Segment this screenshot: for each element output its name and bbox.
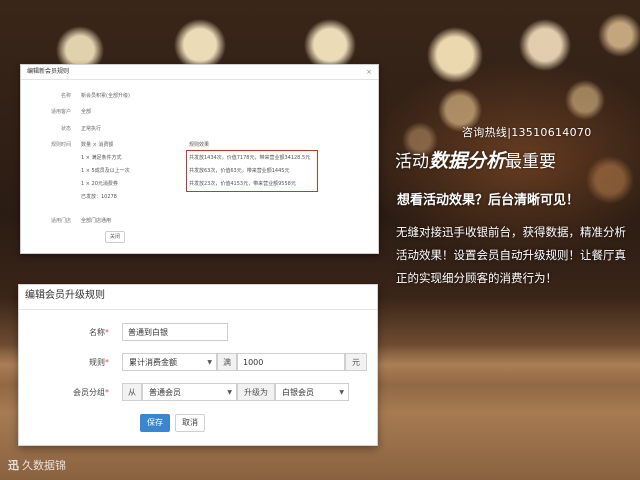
group-label-text: 会员分组 — [73, 388, 105, 397]
member-rule-dialog-title: 编辑新会员规则 — [27, 68, 70, 75]
value-store: 全部门店通用 — [81, 218, 112, 224]
close-button[interactable]: 关闭 — [105, 231, 125, 243]
rule-op-addon: 满 — [217, 353, 237, 371]
description-text: 无缝对接迅手收银前台，获得数据，精准分析活动效果！设置会员自动升级规则！让餐厅真… — [396, 225, 626, 285]
upgrade-rule-dialog: 编辑会员升级规则 名称* 普通到白银 规则* 累计消费金额 ▼ 满 1000 元… — [18, 284, 378, 446]
rule-result: 共发放1434次，价值7178元，带来营业额34128.5元 — [189, 155, 311, 161]
row-rule-header: 规则时间 数量 × 消费额 规则效果 — [21, 141, 378, 149]
close-icon[interactable]: × — [366, 65, 372, 79]
value-rule-column: 数量 × 消费额 — [81, 142, 114, 148]
rule-item: 1 × 5成员及以上一次 — [81, 168, 130, 174]
cancel-button[interactable]: 取消 — [175, 414, 205, 432]
subheadline: 想看活动效果？后台清晰可见！ — [397, 193, 580, 208]
to-select-value: 白银会员 — [282, 388, 314, 397]
rule-item: 1 × 满足条件方式 — [81, 155, 122, 161]
chevron-down-icon: ▼ — [207, 359, 212, 366]
from-select[interactable]: 普通会员 ▼ — [142, 383, 237, 401]
chevron-down-icon: ▼ — [339, 389, 344, 396]
rule-item: 1 × 20元消费券 — [81, 181, 118, 187]
row-name: 名称 新会员积累(全部升级) — [21, 92, 378, 100]
value-name: 新会员积累(全部升级) — [81, 93, 130, 99]
rule-label: 规则* — [19, 357, 109, 368]
value-customer: 全部 — [81, 109, 92, 115]
rule-amount-input[interactable]: 1000 — [237, 353, 345, 371]
to-select[interactable]: 白银会员 ▼ — [275, 383, 349, 401]
issued-row: 已发放：10278 — [21, 193, 378, 201]
row-status: 状态 正常执行 — [21, 125, 378, 133]
headline-accent: 数据分析 — [429, 150, 506, 172]
hotline-text: 咨询热线|13510614070 — [462, 126, 592, 139]
rule-label-text: 规则 — [89, 358, 105, 367]
from-addon: 从 — [122, 383, 142, 401]
upgrade-rule-dialog-title: 编辑会员升级规则 — [19, 285, 377, 310]
rule-select-value: 累计消费金额 — [129, 358, 177, 367]
headline-pre: 活动 — [395, 152, 429, 172]
headline: 活动数据分析最重要 — [395, 146, 556, 173]
name-label: 名称* — [19, 327, 109, 338]
name-label-text: 名称 — [89, 328, 105, 337]
group-label: 会员分组* — [19, 387, 109, 398]
result-header: 规则效果 — [189, 142, 210, 148]
rule-result: 共发放63次，价值63元，带来营业额1445元 — [189, 168, 290, 174]
headline-post: 最重要 — [505, 152, 557, 172]
row-customer: 适用客户 全部 — [21, 108, 378, 116]
issued-count: 已发放：10278 — [81, 194, 117, 200]
required-marker: * — [105, 358, 109, 367]
label-customer: 适用客户 — [50, 109, 71, 115]
member-rule-dialog: 编辑新会员规则 × 名称 新会员积累(全部升级) 适用客户 全部 状态 正常执行… — [20, 64, 379, 254]
rule-unit-addon: 元 — [345, 353, 367, 371]
label-name: 名称 — [60, 93, 71, 99]
rule-row: 1 × 20元消费券 共发放23次，价值4153元，带来营业额9558元 — [21, 180, 378, 188]
from-select-value: 普通会员 — [149, 388, 181, 397]
label-rule-time: 规则时间 — [50, 142, 71, 148]
rule-row: 1 × 5成员及以上一次 共发放63次，价值63元，带来营业额1445元 — [21, 167, 378, 175]
rule-result: 共发放23次，价值4153元，带来营业额9558元 — [189, 181, 296, 187]
name-input[interactable]: 普通到白银 — [122, 323, 228, 341]
logo-mark: 迅 — [8, 459, 19, 472]
logo-text: 久数据锦 — [22, 459, 66, 472]
label-store: 适用门店 — [50, 218, 71, 224]
value-status: 正常执行 — [81, 126, 102, 132]
upgrade-to-addon: 升级为 — [237, 383, 275, 401]
required-marker: * — [105, 328, 109, 337]
member-rule-dialog-header: 编辑新会员规则 × — [21, 65, 378, 80]
rule-row: 1 × 满足条件方式 共发放1434次，价值7178元，带来营业额34128.5… — [21, 154, 378, 162]
row-store: 适用门店 全部门店通用 — [21, 217, 378, 225]
save-button[interactable]: 保存 — [140, 414, 170, 432]
brand-logo: 迅久数据锦 — [8, 457, 66, 473]
required-marker: * — [105, 388, 109, 397]
label-status: 状态 — [60, 126, 71, 132]
rule-select[interactable]: 累计消费金额 ▼ — [122, 353, 217, 371]
chevron-down-icon: ▼ — [227, 389, 232, 396]
